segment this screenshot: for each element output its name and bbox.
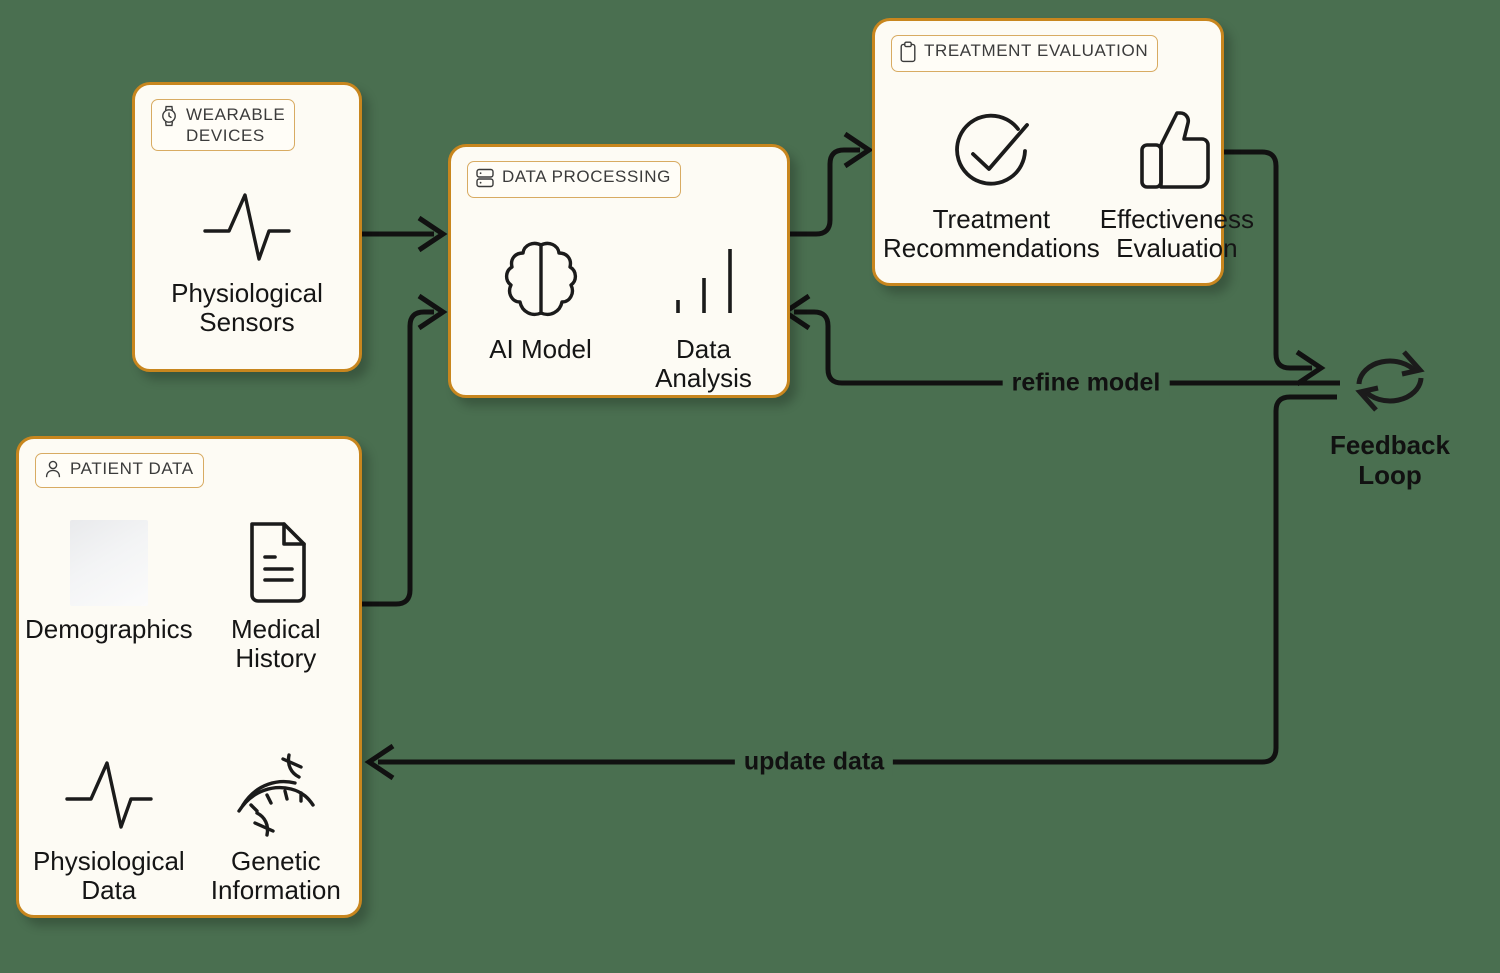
item-demographics[interactable]: Demographics: [25, 517, 193, 673]
node-data-processing[interactable]: DATA PROCESSING AI Model Data Analysis: [448, 144, 790, 398]
node-wearable-devices[interactable]: WEARABLE DEVICES Physiological Sensors: [132, 82, 362, 372]
item-ai-model[interactable]: AI Model: [459, 237, 622, 393]
edge-wearable-to-processing: [362, 215, 448, 253]
item-label: Medical History: [231, 614, 321, 673]
edge-label-update-data: update data: [734, 747, 894, 777]
node-badge-wearable-devices: WEARABLE DEVICES: [151, 99, 296, 151]
item-label: AI Model: [489, 334, 592, 364]
node-items-patient-data: Demographics Medical History Physiologic…: [25, 517, 359, 905]
edge-patient-to-processing: [362, 293, 448, 607]
diagram-canvas: refine model update data WEARABLE DEVICE…: [0, 0, 1500, 973]
node-badge-patient-data: PATIENT DATA: [35, 453, 204, 488]
thumbs-up-icon: [1135, 107, 1219, 199]
refresh-cycle-icon: [1342, 340, 1438, 426]
node-badge-label: PATIENT DATA: [70, 459, 194, 478]
item-label: Data Analysis: [655, 334, 752, 393]
clipboard-icon: [899, 41, 917, 67]
item-physiological-sensors[interactable]: Physiological Sensors: [135, 181, 359, 337]
item-medical-history[interactable]: Medical History: [193, 517, 359, 673]
item-label: Effectiveness Evaluation: [1099, 204, 1254, 263]
watch-icon: [159, 105, 179, 131]
image-placeholder-icon: [69, 517, 148, 609]
item-label: Genetic Information: [210, 846, 341, 905]
node-badge-data-processing: DATA PROCESSING: [467, 161, 681, 198]
server-icon: [475, 167, 495, 193]
node-treatment-evaluation[interactable]: TREATMENT EVALUATION Treatment Recommend…: [872, 18, 1254, 286]
node-badge-label: WEARABLE DEVICES: [186, 105, 286, 145]
item-label: Demographics: [25, 614, 193, 644]
node-items-treatment-evaluation: Treatment Recommendations Effectiveness …: [883, 107, 1254, 263]
node-items-wearable-devices: Physiological Sensors: [135, 181, 359, 337]
item-data-analysis[interactable]: Data Analysis: [622, 237, 785, 393]
bar-chart-icon: [667, 237, 741, 329]
person-icon: [43, 459, 63, 483]
node-feedback-loop[interactable]: Feedback Loop: [1330, 340, 1450, 490]
item-label: Physiological Data: [32, 846, 185, 905]
edge-label-refine-model: refine model: [1002, 368, 1170, 398]
item-treatment-recommendations[interactable]: Treatment Recommendations: [883, 107, 1100, 263]
edge-loop-update-data: [364, 394, 1337, 781]
node-items-data-processing: AI Model Data Analysis: [459, 237, 785, 393]
check-circle-icon: [945, 107, 1037, 199]
node-patient-data[interactable]: PATIENT DATA Demographics Medical Histor…: [16, 436, 362, 918]
pulse-wave-icon: [61, 749, 157, 841]
item-effectiveness-evaluation[interactable]: Effectiveness Evaluation: [1100, 107, 1254, 263]
pulse-wave-icon: [199, 181, 295, 273]
item-label: Treatment Recommendations: [883, 204, 1100, 263]
item-genetic-information[interactable]: Genetic Information: [193, 749, 359, 905]
document-icon: [238, 517, 314, 609]
node-badge-label: DATA PROCESSING: [502, 167, 671, 186]
edge-processing-to-treatment: [790, 131, 874, 237]
node-badge-treatment-evaluation: TREATMENT EVALUATION: [891, 35, 1159, 72]
node-badge-label: TREATMENT EVALUATION: [924, 41, 1149, 60]
feedback-loop-label: Feedback Loop: [1330, 430, 1450, 490]
item-label: Physiological Sensors: [171, 278, 323, 337]
dna-icon: [231, 749, 321, 841]
item-physiological-data[interactable]: Physiological Data: [25, 749, 193, 905]
brain-icon: [499, 237, 583, 329]
